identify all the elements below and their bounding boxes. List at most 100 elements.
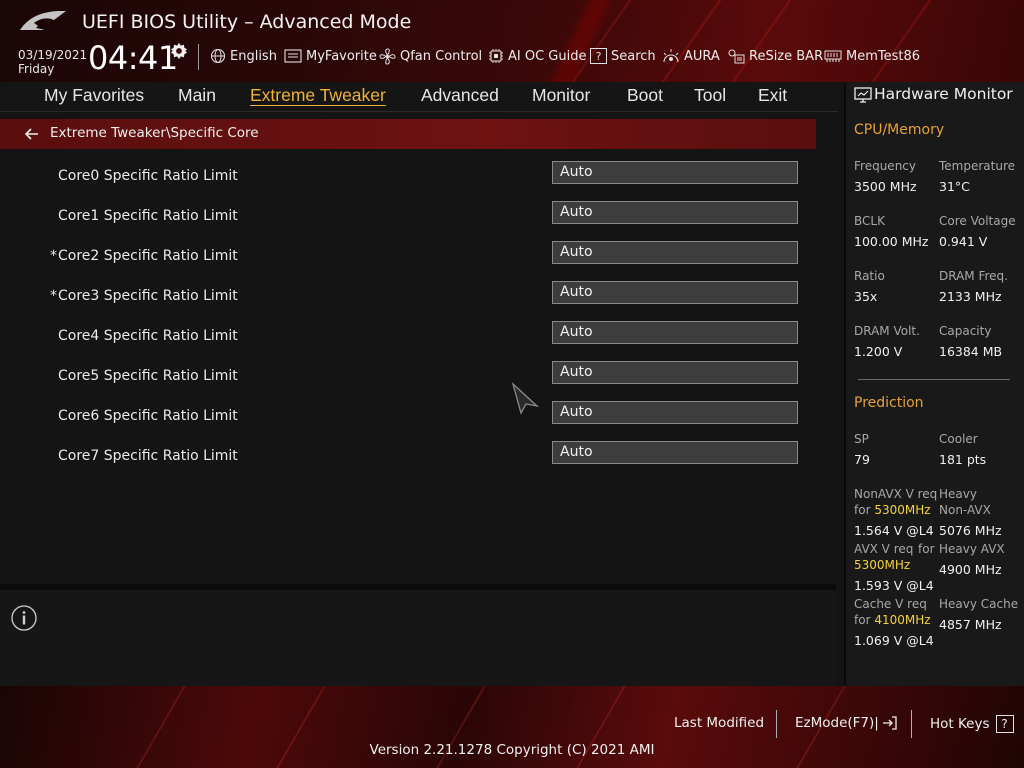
modified-marker: * <box>50 248 57 264</box>
memtest86-button[interactable]: MemTest86 <box>824 46 920 66</box>
svg-text:?: ? <box>596 50 602 63</box>
sp-value: 79 <box>854 452 870 467</box>
setting-row-core1: Core1 Specific Ratio Limit Auto <box>0 200 816 240</box>
for-text: for <box>854 503 871 517</box>
version-text: Version 2.21.1278 Copyright (C) 2021 AMI <box>369 742 655 758</box>
clock-display: 04:41 <box>88 39 178 77</box>
setting-row-core2: * Core2 Specific Ratio Limit Auto <box>0 240 816 280</box>
sp-label: SP <box>854 432 869 446</box>
header-divider <box>198 44 199 70</box>
ezmode-button[interactable]: EzMode(F7)| <box>795 715 897 731</box>
ai-oc-guide-button[interactable]: AI OC Guide <box>488 46 586 66</box>
aura-icon <box>663 49 679 63</box>
avx-for-label: for <box>918 542 935 556</box>
dram-freq-label: DRAM Freq. <box>939 269 1008 283</box>
tab-main[interactable]: Main <box>178 85 216 106</box>
prediction-section-title: Prediction <box>854 395 924 411</box>
tab-my-favorites[interactable]: My Favorites <box>44 85 144 106</box>
core2-ratio-input[interactable]: Auto <box>552 241 798 264</box>
tab-monitor[interactable]: Monitor <box>532 85 590 106</box>
date-text: 03/19/2021 <box>18 48 88 62</box>
myfavorite-button[interactable]: MyFavorite <box>284 46 377 66</box>
help-key-icon: ? <box>995 715 1014 733</box>
hot-keys-button[interactable]: Hot Keys ? <box>930 715 1014 733</box>
hardware-monitor-title: Hardware Monitor <box>874 85 1013 103</box>
capacity-label: Capacity <box>939 324 992 338</box>
rog-logo-icon <box>20 11 66 30</box>
tab-advanced[interactable]: Advanced <box>421 85 499 106</box>
ai-oc-guide-label: AI OC Guide <box>508 48 587 64</box>
info-icon <box>11 605 37 631</box>
app-title: UEFI BIOS Utility – Advanced Mode <box>82 11 412 33</box>
cooler-value: 181 pts <box>939 452 987 467</box>
myfavorite-label: MyFavorite <box>306 48 377 64</box>
hw-divider <box>858 379 1010 380</box>
cache-value: 1.069 V @L4 <box>854 633 934 648</box>
aura-label: AURA <box>684 48 720 64</box>
setting-label-modified: * Core3 Specific Ratio Limit <box>50 288 238 304</box>
setting-label: Core1 Specific Ratio Limit <box>58 208 238 224</box>
setting-row-core0: Core0 Specific Ratio Limit Auto <box>0 160 816 200</box>
capacity-value: 16384 MB <box>939 344 1003 359</box>
back-arrow-icon[interactable] <box>24 126 40 142</box>
setting-label-text: Core2 Specific Ratio Limit <box>58 248 238 264</box>
core4-ratio-input[interactable]: Auto <box>552 321 798 344</box>
resize-bar-icon <box>728 49 745 64</box>
temperature-value: 31°C <box>939 179 970 194</box>
resize-bar-label: ReSize BAR <box>749 48 824 64</box>
modified-marker: * <box>50 288 57 304</box>
tab-extreme-tweaker[interactable]: Extreme Tweaker <box>250 85 386 106</box>
setting-label-text: Core3 Specific Ratio Limit <box>58 288 238 304</box>
search-icon: ? <box>590 48 607 64</box>
nonavx-label: NonAVX V req <box>854 487 938 501</box>
cpu-memory-section-title: CPU/Memory <box>854 122 945 138</box>
core3-ratio-input[interactable]: Auto <box>552 281 798 304</box>
setting-label: Core0 Specific Ratio Limit <box>58 168 238 184</box>
core-voltage-label: Core Voltage <box>939 214 1016 228</box>
gear-icon[interactable] <box>170 42 188 60</box>
date-display: 03/19/2021 Friday <box>18 48 87 76</box>
tab-exit[interactable]: Exit <box>758 85 787 106</box>
footer-divider <box>911 710 912 738</box>
header-bar: UEFI BIOS Utility – Advanced Mode 03/19/… <box>0 0 1024 82</box>
setting-row-core7: Core7 Specific Ratio Limit Auto <box>0 440 816 480</box>
footer-divider <box>776 710 777 738</box>
language-button[interactable]: English <box>210 46 277 66</box>
qfan-control-label: Qfan Control <box>400 48 483 64</box>
favorite-icon <box>284 49 302 63</box>
core6-ratio-input[interactable]: Auto <box>552 401 798 424</box>
setting-label: Core5 Specific Ratio Limit <box>58 368 238 384</box>
aura-button[interactable]: AURA <box>662 46 720 66</box>
resize-bar-button[interactable]: ReSize BAR <box>727 46 823 66</box>
dram-volt-label: DRAM Volt. <box>854 324 920 338</box>
cache-for-label: for 4100MHz <box>854 613 931 627</box>
tab-tool[interactable]: Tool <box>694 85 726 106</box>
setting-row-core3: * Core3 Specific Ratio Limit Auto <box>0 280 816 320</box>
cooler-label: Cooler <box>939 432 978 446</box>
globe-icon <box>210 48 226 64</box>
setting-label-modified: * Core2 Specific Ratio Limit <box>50 248 238 264</box>
search-button[interactable]: ? Search <box>590 46 656 66</box>
core7-ratio-input[interactable]: Auto <box>552 441 798 464</box>
setting-row-core4: Core4 Specific Ratio Limit Auto <box>0 320 816 360</box>
qfan-control-button[interactable]: Qfan Control <box>379 46 482 66</box>
hardware-monitor-panel: Hardware Monitor CPU/Memory Frequency 35… <box>844 82 1024 686</box>
footer-bar: Last Modified EzMode(F7)| Hot Keys ? Ver… <box>0 686 1024 768</box>
frequency-value: 3500 MHz <box>854 179 917 194</box>
avx-label: AVX V req <box>854 542 914 556</box>
tab-boot[interactable]: Boot <box>627 85 663 106</box>
heavy-nonavx-value: 5076 MHz <box>939 523 1002 538</box>
heavy-avx-value: 4900 MHz <box>939 562 1002 577</box>
setting-row-core6: Core6 Specific Ratio Limit Auto <box>0 400 816 440</box>
core5-ratio-input[interactable]: Auto <box>552 361 798 384</box>
core1-ratio-input[interactable]: Auto <box>552 201 798 224</box>
core-voltage-value: 0.941 V <box>939 234 988 249</box>
avx-freq: 5300MHz <box>854 558 911 572</box>
ratio-value: 35x <box>854 289 878 304</box>
last-modified-button[interactable]: Last Modified <box>674 715 764 731</box>
avx-value: 1.593 V @L4 <box>854 578 934 593</box>
core0-ratio-input[interactable]: Auto <box>552 161 798 184</box>
exit-arrow-icon <box>882 716 897 730</box>
bclk-value: 100.00 MHz <box>854 234 929 249</box>
day-text: Friday <box>18 62 55 76</box>
